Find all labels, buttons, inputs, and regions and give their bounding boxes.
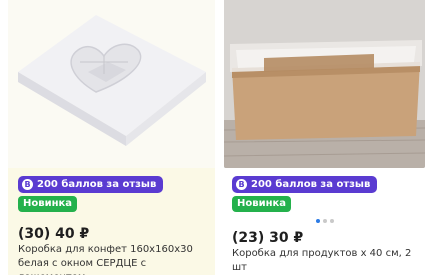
review-points-label: 200 баллов за отзыв [251,179,371,190]
points-coin-icon: В [236,179,247,190]
product-title[interactable]: Коробка для продуктов х 40 см, 2 шт [232,247,422,275]
product-price: (30) 40 ₽ [18,226,90,242]
product-image[interactable] [224,0,425,168]
product-image[interactable] [8,0,215,168]
white-heart-box-illustration [8,0,215,168]
review-points-badge: В 200 баллов за отзыв [18,176,164,193]
points-coin-icon: В [22,179,33,190]
review-points-badge: В 200 баллов за отзыв [232,176,378,193]
new-badge: Новинка [18,196,78,212]
product-card[interactable]: В 200 баллов за отзыв Новинка (30) 40 ₽ … [8,0,215,275]
review-points-label: 200 баллов за отзыв [37,179,157,190]
product-price: (23) 30 ₽ [232,230,304,246]
carousel-dot[interactable] [316,219,320,223]
carousel-dot[interactable] [330,219,334,223]
carousel-dot[interactable] [323,219,327,223]
new-badge: Новинка [232,196,292,212]
kraft-box-illustration [224,0,425,168]
carousel-dots[interactable] [316,219,334,223]
product-title[interactable]: Коробка для конфет 160х160х30 белая с ок… [18,243,214,275]
product-card[interactable]: В 200 баллов за отзыв Новинка (23) 30 ₽ … [224,0,425,275]
